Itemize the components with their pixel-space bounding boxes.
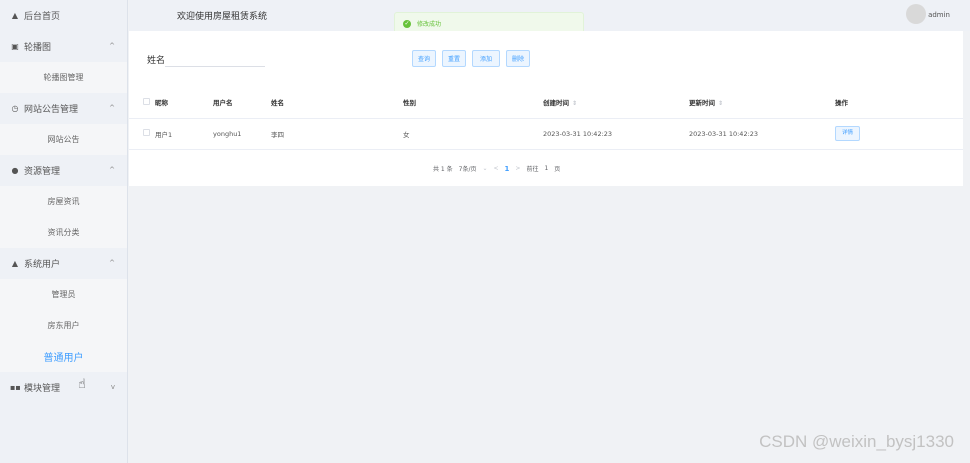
col-name: 姓名 xyxy=(271,87,403,119)
page-title: 欢迎使用房屋租赁系统 xyxy=(177,12,268,22)
search-name-label: 姓名 xyxy=(147,56,166,66)
pager-page-size[interactable]: 7条/页 xyxy=(459,164,477,173)
check-circle-icon: ✓ xyxy=(403,19,411,28)
col-created[interactable]: 创建时间 ⇕ xyxy=(543,87,689,119)
chevron-up-icon: ^ xyxy=(109,42,115,50)
reset-button[interactable]: 重置 xyxy=(442,50,466,67)
pager-current-page[interactable]: 1 xyxy=(505,165,510,173)
cell-username: yonghu1 xyxy=(213,118,271,150)
grid-icon: ▪▪ xyxy=(10,383,21,392)
sidebar-group-label: 模块管理 xyxy=(24,384,61,394)
chevron-up-icon: ^ xyxy=(109,259,115,267)
pager-page-unit: 页 xyxy=(554,166,561,173)
sidebar-home-label: 后台首页 xyxy=(24,12,61,22)
sidebar-group-carousel[interactable]: ▣ 轮播图 ^ xyxy=(0,31,127,62)
sidebar-group-system-user[interactable]: ▲ 系统用户 ^ xyxy=(0,248,127,279)
table-row: 用户1 yonghu1 李四 女 2023-03-31 10:42:23 202… xyxy=(129,118,963,150)
sidebar-item-admin[interactable]: 管理员 xyxy=(0,279,127,310)
chevron-down-icon[interactable]: ⌄ xyxy=(482,165,487,172)
col-gender: 性别 xyxy=(403,87,543,119)
query-button[interactable]: 查询 xyxy=(412,50,436,67)
sidebar-group-label: 网站公告管理 xyxy=(24,105,79,115)
col-updated[interactable]: 更新时间 ⇕ xyxy=(689,87,835,119)
pager-next-icon[interactable]: > xyxy=(515,165,520,172)
user-table: 昵称 用户名 姓名 性别 创建时间 ⇕ 更新时间 ⇕ 操作 用户1 yonghu1 … xyxy=(129,87,963,150)
sidebar-item-carousel-manage[interactable]: 轮播图管理 xyxy=(0,62,127,93)
sort-icon[interactable]: ⇕ xyxy=(572,100,577,107)
table-header-row: 昵称 用户名 姓名 性别 创建时间 ⇕ 更新时间 ⇕ 操作 xyxy=(129,87,963,119)
col-nickname: 昵称 xyxy=(155,87,213,119)
col-username: 用户名 xyxy=(213,87,271,119)
pager-goto-input[interactable]: 1 xyxy=(544,165,548,172)
sidebar: ▲ 后台首页 ▣ 轮播图 ^ 轮播图管理 ◷ 网站公告管理 ^ 网站公告 ● 资… xyxy=(0,0,128,463)
sidebar-item-notice[interactable]: 网站公告 xyxy=(0,124,127,155)
detail-button[interactable]: 详情 xyxy=(835,126,860,141)
toast-message: 修改成功 xyxy=(417,21,442,28)
col-action: 操作 xyxy=(835,87,963,119)
sidebar-item-home[interactable]: ▲ 后台首页 xyxy=(0,0,127,31)
add-button[interactable]: 添加 xyxy=(472,50,500,67)
pager-total: 共 1 条 xyxy=(433,166,453,173)
watermark-text: CSDN @weixin_bysj1330 xyxy=(759,432,954,451)
user-icon: ▲ xyxy=(11,259,19,268)
cell-created: 2023-03-31 10:42:23 xyxy=(543,118,689,150)
home-icon: ▲ xyxy=(11,11,19,20)
select-all-cell xyxy=(129,87,155,119)
cell-updated: 2023-03-31 10:42:23 xyxy=(689,118,835,150)
main-content: 姓名 查询 重置 添加 删除 昵称 用户名 姓名 性别 创建时间 ⇕ 更新时间 ⇕ … xyxy=(129,31,963,186)
cell-action: 详情 xyxy=(835,118,963,150)
delete-button[interactable]: 删除 xyxy=(506,50,530,67)
sidebar-item-house-news[interactable]: 房屋资讯 xyxy=(0,186,127,217)
row-select-cell xyxy=(129,118,155,150)
cell-name: 李四 xyxy=(271,118,403,150)
hand-cursor-icon: ☝ xyxy=(78,377,86,392)
sort-icon[interactable]: ⇕ xyxy=(718,100,723,107)
sidebar-group-label: 系统用户 xyxy=(24,260,61,270)
col-created-label: 创建时间 xyxy=(543,99,569,108)
sidebar-group-resource[interactable]: ● 资源管理 ^ xyxy=(0,155,127,186)
row-checkbox[interactable] xyxy=(143,129,150,136)
col-updated-label: 更新时间 xyxy=(689,99,715,108)
avatar[interactable] xyxy=(906,4,926,24)
clock-icon: ◷ xyxy=(11,104,19,113)
sidebar-item-landlord[interactable]: 房东用户 xyxy=(0,310,127,341)
chevron-up-icon: ^ xyxy=(109,104,115,112)
sidebar-group-module[interactable]: ▪▪ 模块管理 v ☝ xyxy=(0,372,127,403)
cell-gender: 女 xyxy=(403,118,543,150)
search-name-input[interactable] xyxy=(165,49,265,67)
sidebar-group-label: 资源管理 xyxy=(24,167,61,177)
dot-icon: ● xyxy=(11,166,19,175)
cell-nickname: 用户1 xyxy=(155,118,213,150)
pager-goto-label: 前往 xyxy=(526,166,539,173)
sidebar-group-label: 轮播图 xyxy=(24,43,52,53)
sidebar-item-news-category[interactable]: 资讯分类 xyxy=(0,217,127,248)
sidebar-group-notice[interactable]: ◷ 网站公告管理 ^ xyxy=(0,93,127,124)
pager-prev-icon[interactable]: < xyxy=(494,165,499,172)
select-all-checkbox[interactable] xyxy=(143,97,150,105)
image-icon: ▣ xyxy=(11,42,19,51)
chevron-down-icon: v xyxy=(110,383,115,391)
chevron-up-icon: ^ xyxy=(109,166,115,174)
sidebar-item-normal-user[interactable]: 普通用户 xyxy=(0,341,127,372)
pagination: 共 1 条 7条/页 ⌄ < 1 > 前往 1 页 xyxy=(433,164,561,174)
username-label[interactable]: admin xyxy=(928,11,950,19)
